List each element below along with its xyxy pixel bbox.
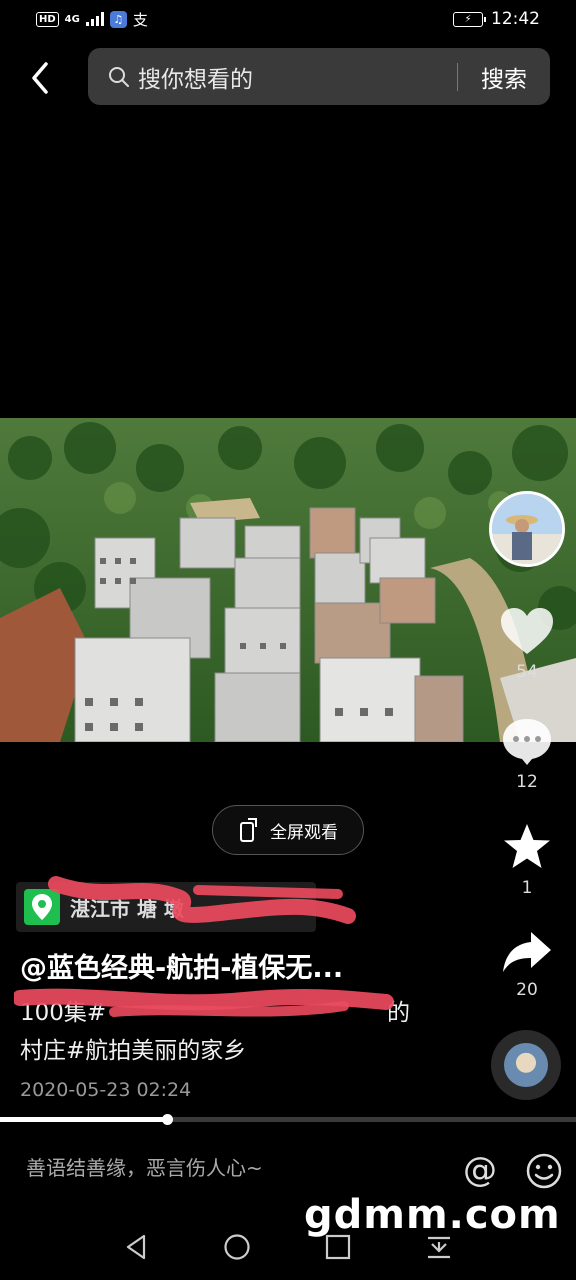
nav-menu-icon[interactable] — [424, 1232, 454, 1262]
comment-button[interactable]: 12 — [496, 716, 558, 792]
author-name[interactable]: @蓝色经典-航拍-植保无... — [20, 946, 343, 985]
favorite-button[interactable]: 1 — [496, 822, 558, 898]
signal-icon — [85, 12, 104, 26]
description-line-1-end: 的 — [387, 1000, 410, 1026]
post-date: 2020-05-23 02:24 — [20, 1079, 192, 1101]
battery-icon: ⚡ — [453, 11, 486, 27]
like-count: 54 — [516, 662, 538, 682]
nav-recents-icon[interactable] — [323, 1232, 353, 1262]
fullscreen-icon — [240, 818, 257, 842]
fullscreen-label: 全屏观看 — [270, 822, 338, 843]
search-icon — [109, 66, 129, 87]
comment-icon — [503, 719, 551, 765]
location-pin-icon — [24, 889, 60, 925]
video-progress-bar[interactable] — [0, 1114, 576, 1125]
music-app-icon: ♫ — [109, 10, 127, 28]
network-type: 4G — [64, 13, 80, 25]
status-bar: HD 4G ♫ 支 ⚡ 12:42 — [0, 0, 576, 38]
music-disc[interactable] — [491, 1030, 561, 1100]
search-button[interactable]: 搜索 — [458, 60, 550, 94]
location-label: 湛江市 塘 墩 — [70, 896, 184, 921]
description-line-1: 100集# — [20, 1000, 107, 1026]
back-arrow-icon[interactable] — [26, 58, 56, 98]
video-frame-image — [0, 418, 576, 742]
nav-back-icon[interactable] — [122, 1232, 152, 1262]
share-count: 20 — [516, 980, 538, 1000]
alipay-icon: 支 — [132, 10, 148, 29]
search-bar[interactable]: 搜你想看的 搜索 — [88, 48, 550, 105]
mention-button[interactable]: @ — [460, 1150, 500, 1190]
comment-count: 12 — [516, 772, 538, 792]
favorite-count: 1 — [521, 878, 533, 898]
share-icon — [503, 932, 551, 972]
progress-fill — [0, 1117, 168, 1122]
nav-home-icon[interactable] — [222, 1232, 252, 1262]
heart-icon — [501, 608, 553, 654]
description-line-2: 村庄#航拍美丽的家乡 — [20, 1038, 247, 1064]
share-button[interactable]: 20 — [496, 930, 558, 1000]
author-avatar[interactable] — [489, 491, 565, 567]
post-description: 100集# 的 村庄#航拍美丽的家乡 — [20, 994, 440, 1070]
search-input[interactable]: 搜你想看的 — [138, 60, 457, 94]
hd-badge: HD — [36, 11, 59, 27]
clock: 12:42 — [491, 9, 540, 29]
emoji-icon[interactable] — [524, 1151, 564, 1191]
fullscreen-button[interactable]: 全屏观看 — [212, 805, 364, 855]
star-icon — [504, 824, 550, 868]
navigation-bar — [0, 1210, 576, 1280]
music-cover — [504, 1043, 548, 1087]
progress-knob[interactable] — [162, 1114, 174, 1125]
location-tag[interactable]: 湛江市 塘 墩 — [16, 882, 316, 932]
like-button[interactable]: 54 — [496, 606, 558, 682]
video-player[interactable] — [0, 418, 576, 742]
comment-input[interactable]: 善语结善缘，恶言伤人心~ — [26, 1152, 263, 1181]
